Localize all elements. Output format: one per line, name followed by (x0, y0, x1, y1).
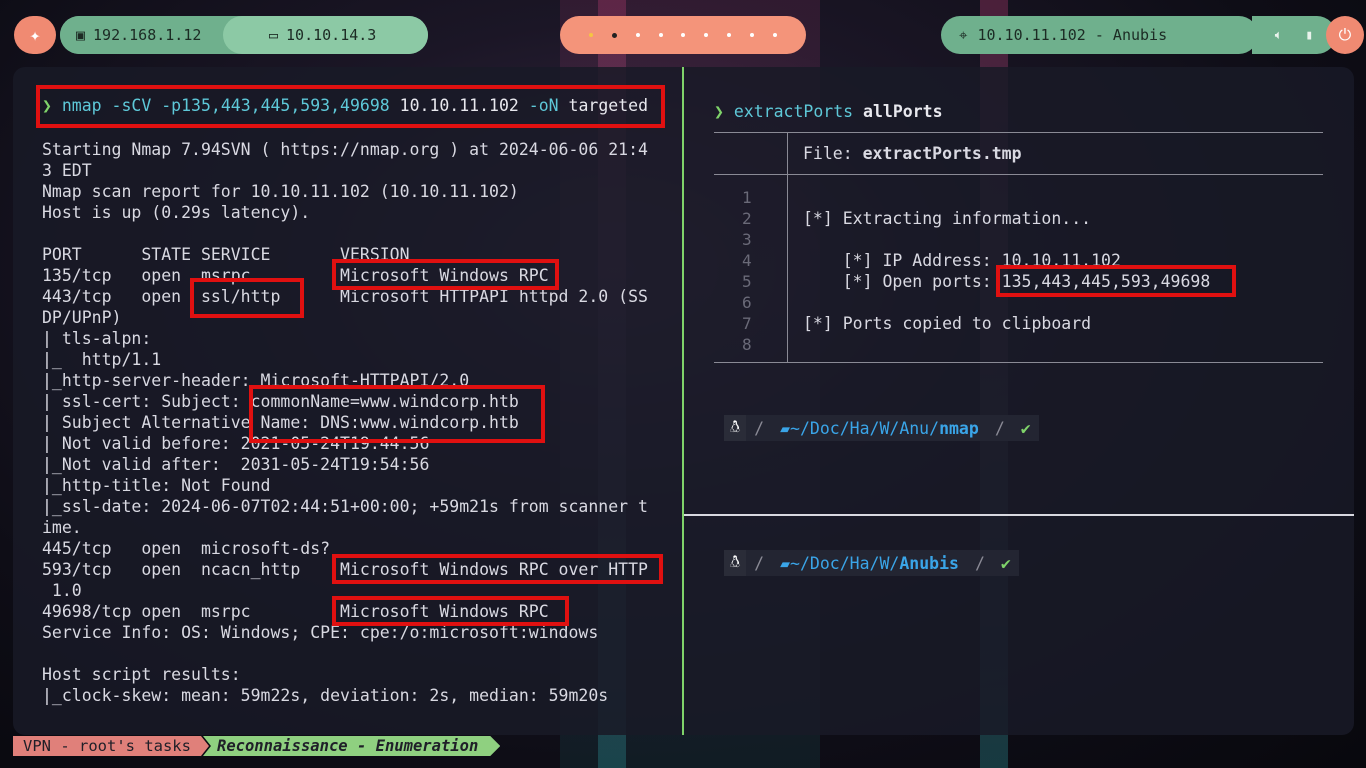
highlight-box (332, 554, 663, 584)
kali-logo-icon: ✦ (29, 24, 41, 46)
workspace-dot-active[interactable] (611, 32, 617, 38)
prompt-separator: / (746, 415, 773, 441)
target-indicator: ⌖ 10.10.11.102 - Anubis (941, 16, 1258, 54)
prompt-separator: / (966, 550, 993, 576)
pane-divider-vertical[interactable] (682, 67, 684, 735)
ethernet-icon: ▣ (76, 26, 86, 44)
prompt-path-segment: ▰ ~/Doc/Ha/W/Anu/nmap (772, 415, 987, 441)
system-tray: 🔈︎ ▮ (1252, 16, 1336, 54)
tmux-statusbar: VPN - root's tasks Reconnaissance - Enum… (13, 736, 500, 756)
workspace-dot[interactable] (681, 33, 686, 37)
shell-prompt: 🐧︎ / ▰ ~/Doc/Ha/W/Anubis / ✔ (724, 550, 1019, 576)
highlight-box (190, 278, 304, 318)
highlight-box (36, 85, 665, 128)
bat-border-header (714, 174, 1323, 175)
linux-icon: 🐧︎ (724, 415, 747, 441)
output-line: |_Not valid after: 2031-05-24T19:54:56 (42, 455, 430, 474)
workspace-dot[interactable] (727, 33, 732, 37)
highlight-box (332, 596, 569, 626)
shell-prompt: 🐧︎ / ▰ ~/Doc/Ha/W/Anu/nmap / ✔ (724, 415, 1039, 441)
output-line: | tls-alpn: (42, 329, 152, 348)
command-arg: allPorts (863, 102, 943, 121)
local-ip-label: 192.168.1.12 (93, 26, 202, 44)
success-check-icon: ✔ (992, 550, 1019, 576)
workspace-dot[interactable] (750, 33, 755, 37)
launcher-button[interactable]: ✦ (14, 16, 56, 54)
bat-border-bottom (714, 362, 1323, 363)
line-numbers: 1 2 3 4 5 6 7 8 (742, 188, 752, 354)
laptop-icon: ▭ (269, 26, 279, 44)
prompt-arrow: ❯ (714, 102, 724, 121)
highlight-box (332, 259, 559, 290)
workspace-dot[interactable] (658, 33, 663, 37)
linux-icon: 🐧︎ (724, 550, 747, 576)
prompt-dir: nmap (939, 418, 979, 438)
folder-icon: ▰ (780, 553, 791, 573)
pane-divider-horizontal[interactable] (684, 514, 1354, 516)
prompt-separator: / (746, 550, 773, 576)
highlight-box (249, 385, 545, 443)
highlight-box (996, 265, 1236, 297)
workspace-switcher[interactable] (560, 16, 806, 54)
output-line: |_http-title: Not Found (42, 476, 271, 495)
workspace-dot[interactable] (773, 33, 778, 37)
workspace-dot[interactable] (635, 33, 640, 37)
file-label: File: (803, 144, 863, 163)
workspace-dot[interactable] (588, 33, 593, 37)
output-line: [*] Extracting information... (803, 209, 1092, 228)
bat-file-header: File: extractPorts.tmp (803, 144, 1022, 163)
extractports-command-line: ❯ extractPorts allPorts (714, 102, 943, 121)
prompt-dir: Anubis (899, 553, 959, 573)
output-line: 3 EDT (42, 161, 92, 180)
prompt-path-segment: ▰ ~/Doc/Ha/W/Anubis (772, 550, 967, 576)
power-icon: ⏻ (1338, 25, 1352, 44)
workspace-dot[interactable] (704, 33, 709, 37)
volume-icon[interactable]: 🔈︎ (1275, 28, 1283, 43)
battery-icon: ▮ (1305, 27, 1314, 43)
command-name: extractPorts (733, 102, 854, 121)
bat-border-gutter (787, 132, 788, 363)
output-line: DP/UPnP) (42, 308, 122, 327)
output-line: |_ssl-date: 2024-06-07T02:44:51+00:00; +… (42, 497, 648, 516)
session-label[interactable]: VPN - root's tasks (13, 736, 209, 756)
window-tab-active[interactable]: Reconnaissance - Enumeration (203, 736, 500, 756)
output-line: Nmap scan report for 10.10.11.102 (10.10… (42, 182, 519, 201)
output-line: [*] Ports copied to clipboard (803, 314, 1092, 333)
bat-border-top (714, 132, 1323, 133)
ip-indicator: ▣ 192.168.1.12 ▭ 10.10.14.3 (60, 16, 428, 54)
success-check-icon: ✔ (1012, 415, 1039, 441)
power-button[interactable]: ⏻ (1326, 16, 1364, 54)
prompt-separator: / (986, 415, 1013, 441)
output-line: ime. (42, 518, 82, 537)
file-name: extractPorts.tmp (862, 144, 1022, 163)
folder-icon: ▰ (780, 418, 791, 438)
target-label: 10.10.11.102 - Anubis (977, 26, 1168, 44)
output-line: Starting Nmap 7.94SVN ( https://nmap.org… (42, 140, 648, 159)
prompt-path: ~/Doc/Ha/W/Anu/ (790, 418, 940, 438)
output-line: |_clock-skew: mean: 59m22s, deviation: 2… (42, 686, 609, 705)
vpn-ip-label: 10.10.14.3 (286, 26, 377, 44)
prompt-path: ~/Doc/Ha/W/ (790, 553, 900, 573)
output-line: Host is up (0.29s latency). (42, 203, 311, 222)
output-line: |_ http/1.1 (42, 350, 162, 369)
output-line: Host script results: (42, 665, 241, 684)
crosshair-icon: ⌖ (959, 26, 968, 44)
